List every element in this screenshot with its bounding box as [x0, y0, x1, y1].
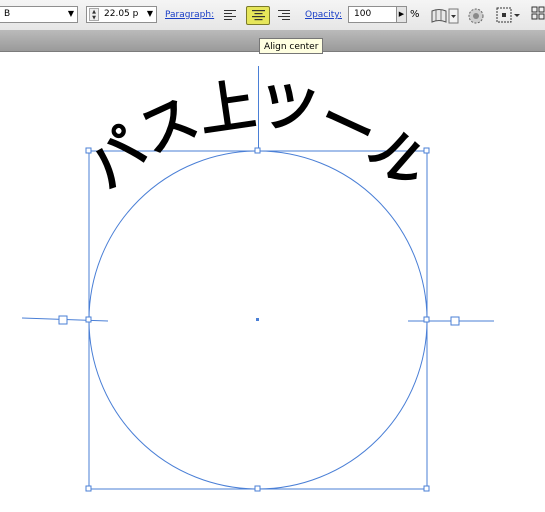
end-bracket-handle[interactable]: [450, 316, 460, 326]
start-bracket-handle[interactable]: [58, 315, 68, 325]
type-on-path-artwork[interactable]: パス上ツール: [0, 0, 545, 512]
center-point: [256, 318, 259, 321]
align-center-tooltip: Align center: [259, 38, 324, 54]
